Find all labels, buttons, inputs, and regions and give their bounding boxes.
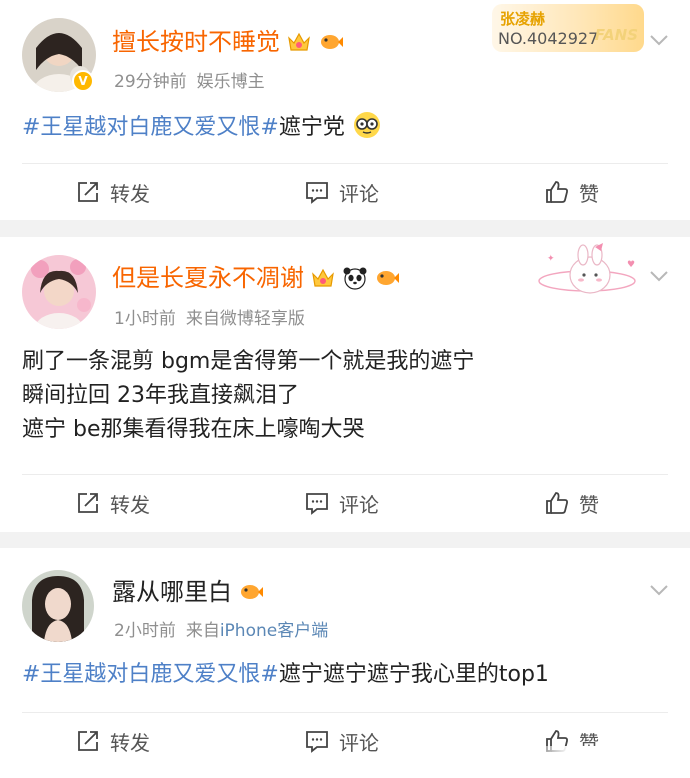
post-line: 瞬间拉回 23年我直接飙泪了 [22,383,299,408]
post-card: 但是长夏永不凋谢 1小时前 来自微博轻享版 ✦ ♥ 刷了一条混剪 bgm是舍得第… [0,237,690,532]
fans-badge-card[interactable]: 张凌赫 NO.4042927 FANS [492,4,644,52]
chevron-down-icon[interactable] [650,34,668,46]
fish-icon [377,271,399,285]
comment-button[interactable]: 评论 [305,713,379,769]
avatar[interactable] [22,570,94,642]
comment-icon [306,731,328,753]
post-source-prefix: 来自 [185,309,220,329]
svg-text:♥: ♥ [627,260,635,270]
weibo-feed: V 擅长按时不睡觉 29分钟前娱乐博主 张凌赫 NO.4042927 FANS [0,0,690,778]
post-time: 29分钟前 [114,72,187,92]
repost-icon [78,493,98,513]
chevron-down-icon[interactable] [650,270,668,282]
post-text: #王星越对白鹿又爱又恨#遮宁遮宁遮宁我心里的top1 [22,658,668,692]
like-label: 赞 [579,492,599,517]
comment-button[interactable]: 评论 [305,475,379,531]
post-time: 2小时前 [114,621,176,641]
post-card: V 擅长按时不睡觉 29分钟前娱乐博主 张凌赫 NO.4042927 FANS [0,0,690,220]
like-button[interactable]: 赞 [545,475,599,531]
post-meta: 1小时前 来自微博轻享版 [114,304,305,329]
nerd-glasses-emoji [353,112,380,138]
repost-icon [78,731,98,751]
comment-label: 评论 [339,730,379,755]
watermark-overlay [524,746,674,772]
username[interactable]: 露从哪里白 [112,576,232,608]
comment-label: 评论 [339,181,379,206]
post-source-prefix: 来自 [185,621,220,641]
crown-icon [312,268,334,287]
fans-card-number: NO.4042927 [498,29,599,48]
verified-badge-icon: V [72,70,94,92]
avatar[interactable] [22,255,96,329]
post-line: 遮宁 be那集看得我在床上嚎啕大哭 [22,417,365,442]
repost-icon [78,182,98,202]
post-time: 1小时前 [114,309,176,329]
action-bar: 转发 评论 赞 [0,475,690,531]
hashtag-link[interactable]: #王星越对白鹿又爱又恨# [22,662,279,687]
post-body: 遮宁党 [278,115,345,140]
like-button[interactable]: 赞 [545,164,599,220]
thumbs-up-icon [546,492,568,514]
action-bar: 转发 评论 赞 [0,164,690,220]
repost-label: 转发 [110,730,150,755]
post-meta: 29分钟前 娱乐博主 [114,67,265,92]
repost-label: 转发 [110,492,150,517]
fans-card-name: 张凌赫 [500,10,546,28]
like-label: 赞 [579,181,599,206]
chevron-down-icon[interactable] [650,584,668,596]
bunny-decoration-icon: ✦ ♥ [538,243,636,294]
comment-button[interactable]: 评论 [305,164,379,220]
post-source: 微博轻享版 [219,309,305,329]
repost-label: 转发 [110,181,150,206]
post-source-link[interactable]: iPhone客户端 [220,621,328,641]
username[interactable]: 擅长按时不睡觉 [112,26,280,58]
post-source: 娱乐博主 [196,72,265,92]
post-meta: 2小时前 来自iPhone客户端 [114,616,328,641]
thumbs-up-icon [546,181,568,203]
comment-icon [306,493,328,515]
post-text: #王星越对白鹿又爱又恨#遮宁党 [22,110,668,145]
comment-label: 评论 [339,492,379,517]
post-text: 刷了一条混剪 bgm是舍得第一个就是我的遮宁 瞬间拉回 23年我直接飙泪了 遮宁… [22,345,668,447]
repost-button[interactable]: 转发 [76,475,150,531]
panda-icon [343,267,367,290]
username[interactable]: 但是长夏永不凋谢 [112,262,304,294]
fish-icon [241,585,263,599]
fish-icon [321,35,343,49]
post-card: 露从哪里白 2小时前 来自iPhone客户端 #王星越对白鹿又爱又恨#遮宁遮宁遮宁… [0,548,690,778]
post-line: 刷了一条混剪 bgm是舍得第一个就是我的遮宁 [22,349,475,374]
repost-button[interactable]: 转发 [76,164,150,220]
hashtag-link[interactable]: #王星越对白鹿又爱又恨# [22,115,279,140]
svg-text:✦: ✦ [547,254,555,264]
crown-icon [288,32,310,51]
comment-icon [306,182,328,204]
fans-card-word: FANS [594,26,638,44]
post-body: 遮宁遮宁遮宁我心里的top1 [278,662,549,687]
repost-button[interactable]: 转发 [76,713,150,769]
